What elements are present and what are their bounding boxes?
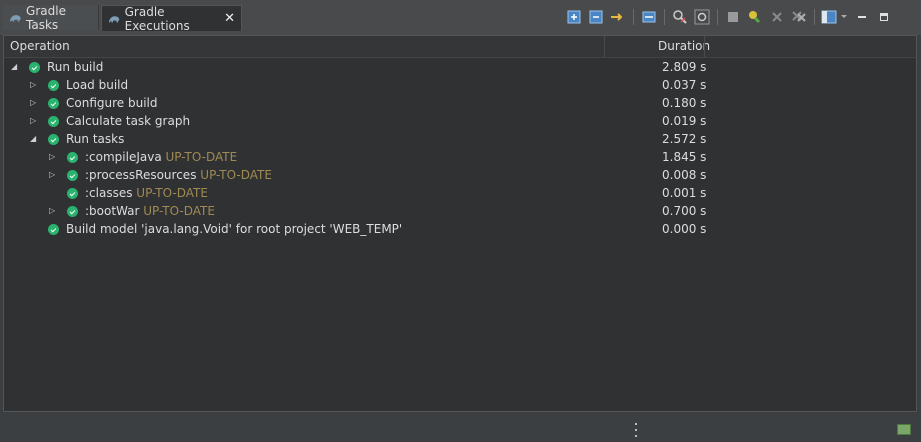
success-check-icon (29, 62, 40, 73)
tab-gradle-tasks[interactable]: Gradle Tasks (3, 3, 99, 32)
view-toolbar (563, 6, 895, 28)
view-menu-icon[interactable] (821, 8, 849, 26)
success-check-icon (48, 224, 59, 235)
tree-row[interactable]: ▷ :compileJava UP-TO-DATE 1.845 s (4, 148, 916, 166)
twisty-expanded-icon[interactable]: ◢ (30, 133, 40, 145)
operation-duration: 0.000 s (662, 222, 707, 236)
operation-name: Build model 'java.lang.Void' for root pr… (66, 222, 403, 236)
operation-name: :classes (85, 186, 133, 200)
expand-all-icon[interactable] (565, 8, 583, 26)
operation-duration: 0.008 s (662, 168, 707, 182)
minimize-icon[interactable] (853, 8, 871, 26)
up-to-date-tag: UP-TO-DATE (136, 186, 208, 200)
operation-name: Calculate task graph (66, 114, 191, 128)
success-check-icon (48, 80, 59, 91)
column-header-operation[interactable]: Operation (10, 39, 70, 53)
operation-duration: 1.845 s (662, 150, 707, 164)
filter-icon[interactable] (671, 8, 689, 26)
operation-label: Load build (66, 78, 128, 92)
operation-label: Calculate task graph (66, 114, 190, 128)
operation-name: Run tasks (66, 132, 125, 146)
gradle-elephant-icon (9, 14, 21, 21)
column-header-duration[interactable]: Duration (658, 39, 710, 53)
success-check-icon (67, 152, 78, 163)
tree-row[interactable]: ▷ :processResources UP-TO-DATE 0.008 s (4, 166, 916, 184)
twisty-collapsed-icon[interactable]: ▷ (49, 205, 59, 217)
tree-row[interactable]: ▷ Load build 0.037 s (4, 76, 916, 94)
rerun-failed-icon[interactable] (746, 8, 764, 26)
operation-name: :processResources (85, 168, 197, 182)
operation-duration: 2.572 s (662, 132, 707, 146)
tree-header: Operation Duration (4, 36, 916, 58)
toolbar-separator (814, 9, 815, 25)
operation-label: Configure build (66, 96, 157, 110)
executions-tree-panel: Operation Duration ◢ Run build 2.809 s ▷ Loa… (3, 35, 917, 412)
maximize-icon[interactable] (875, 8, 893, 26)
up-to-date-tag: UP-TO-DATE (200, 168, 272, 182)
tab-label: Gradle Executions (124, 4, 190, 33)
tree-row[interactable]: ▷ :bootWar UP-TO-DATE 0.700 s (4, 202, 916, 220)
operation-name: :compileJava (85, 150, 162, 164)
operation-duration: 2.809 s (662, 60, 707, 74)
toolbar-separator (717, 9, 718, 25)
operation-label: Run build (47, 60, 103, 74)
operation-label: Run tasks (66, 132, 124, 146)
toolbar-separator (664, 9, 665, 25)
progress-view-icon[interactable] (897, 424, 911, 435)
operation-duration: 0.001 s (662, 186, 707, 200)
tree-row[interactable]: Build model 'java.lang.Void' for root pr… (4, 220, 916, 238)
operation-label: :bootWar UP-TO-DATE (85, 204, 215, 218)
twisty-collapsed-icon[interactable]: ▷ (30, 115, 40, 127)
cancel-icon[interactable] (724, 8, 742, 26)
operation-name: Configure build (66, 96, 158, 110)
success-check-icon (48, 98, 59, 109)
operation-duration: 0.700 s (662, 204, 707, 218)
operation-duration: 0.180 s (662, 96, 707, 110)
rerun-icon[interactable] (693, 8, 711, 26)
up-to-date-tag: UP-TO-DATE (165, 150, 238, 164)
success-check-icon (48, 134, 59, 145)
status-bar-grip[interactable] (635, 423, 638, 437)
tree-row[interactable]: ◢ Run build 2.809 s (4, 58, 916, 76)
operation-duration: 0.019 s (662, 114, 707, 128)
column-divider[interactable] (604, 36, 605, 57)
view-tab-bar: Gradle Tasks Gradle Executions ✕ (0, 0, 921, 35)
column-divider[interactable] (704, 36, 705, 57)
tree-row[interactable]: ◢ Run tasks 2.572 s (4, 130, 916, 148)
show-console-icon[interactable] (640, 8, 658, 26)
tab-gradle-executions[interactable]: Gradle Executions ✕ (101, 4, 242, 33)
success-check-icon (67, 206, 78, 217)
tree-row[interactable]: ▷ Calculate task graph 0.019 s (4, 112, 916, 130)
operation-name: :bootWar (85, 204, 140, 218)
operation-name: Run build (47, 60, 104, 74)
operation-label: :processResources UP-TO-DATE (85, 168, 272, 182)
gradle-elephant-icon (108, 15, 120, 22)
remove-icon[interactable] (768, 8, 786, 26)
twisty-expanded-icon[interactable]: ◢ (11, 61, 21, 73)
collapse-all-icon[interactable] (587, 8, 605, 26)
success-check-icon (67, 188, 78, 199)
twisty-collapsed-icon[interactable]: ▷ (49, 151, 59, 163)
operation-duration: 0.037 s (662, 78, 707, 92)
toolbar-separator (633, 9, 634, 25)
operation-label: Build model 'java.lang.Void' for root pr… (66, 222, 402, 236)
twisty-collapsed-icon[interactable]: ▷ (30, 97, 40, 109)
remove-all-icon[interactable] (790, 8, 808, 26)
success-check-icon (48, 116, 59, 127)
operation-label: :compileJava UP-TO-DATE (85, 150, 237, 164)
tab-label: Gradle Tasks (26, 3, 66, 32)
tree-row[interactable]: ▷ Configure build 0.180 s (4, 94, 916, 112)
close-icon[interactable]: ✕ (224, 11, 235, 26)
status-bar (0, 416, 921, 442)
operation-label: :classes UP-TO-DATE (85, 186, 208, 200)
twisty-collapsed-icon[interactable]: ▷ (30, 79, 40, 91)
success-check-icon (67, 170, 78, 181)
operation-name: Load build (66, 78, 129, 92)
up-to-date-tag: UP-TO-DATE (143, 204, 215, 218)
twisty-collapsed-icon[interactable]: ▷ (49, 169, 59, 181)
tree-row[interactable]: :classes UP-TO-DATE 0.001 s (4, 184, 916, 202)
link-with-console-icon[interactable] (609, 8, 627, 26)
